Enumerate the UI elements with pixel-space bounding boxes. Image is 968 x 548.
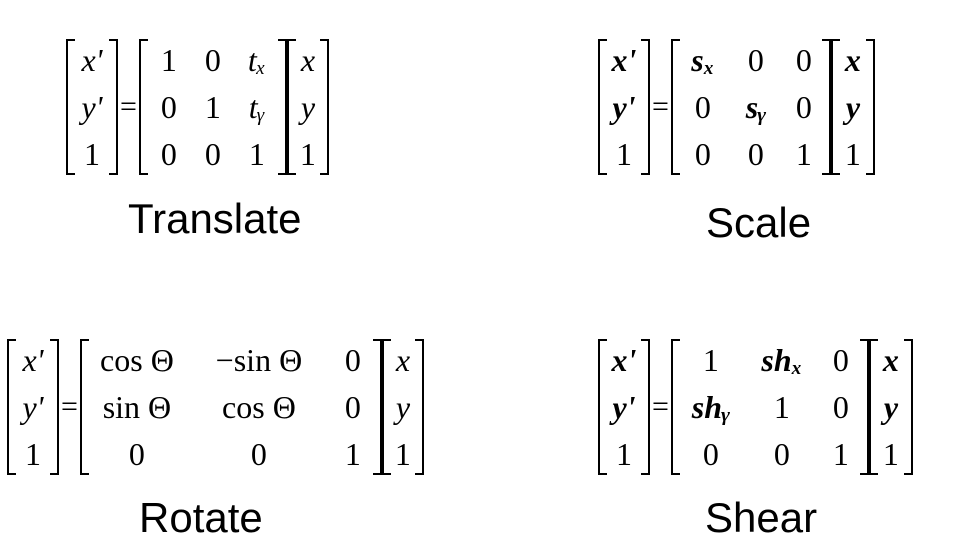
- matrix-cell: shᵧ: [691, 388, 731, 425]
- translate-matrix: 1 0 tₓ 0 1 tᵧ 0 0 1: [138, 37, 287, 177]
- shear-equation: x' y' 1 = 1 shₓ 0 shᵧ 1 0 0 0 1 x y 1: [598, 337, 913, 477]
- matrix-cell: 0: [795, 42, 812, 79]
- matrix-cell: tₓ: [247, 42, 266, 79]
- lhs-cell: x': [611, 342, 637, 379]
- matrix-cell: 0: [832, 342, 849, 379]
- matrix-cell: 1: [344, 435, 361, 472]
- rhs-cell: x: [882, 342, 899, 379]
- matrix-cell: 0: [694, 88, 711, 125]
- rotate-equation: x' y' 1 = cos Θ −sin Θ 0 sin Θ cos Θ 0 0…: [7, 337, 424, 477]
- scale-panel: x' y' 1 = sₓ 0 0 0 sᵧ 0 0 0 1 x y 1 Scal…: [598, 37, 898, 247]
- matrix-cell: 1: [702, 342, 719, 379]
- matrix-cell: 0: [747, 42, 764, 79]
- equals-sign: =: [652, 390, 669, 423]
- translate-panel: x' y' 1 = 1 0 tₓ 0 1 tᵧ 0 0 1 x y 1 Tran…: [66, 37, 366, 247]
- matrix-cell: 0: [204, 135, 221, 172]
- translate-lhs-vector: x' y' 1: [66, 37, 118, 177]
- matrix-cell: 1: [160, 42, 177, 79]
- matrix-cell: sᵧ: [745, 88, 767, 125]
- lhs-cell: y': [81, 88, 103, 125]
- lhs-cell: x': [611, 42, 637, 79]
- rotate-rhs-vector: x y 1: [381, 337, 424, 477]
- translate-title: Translate: [128, 195, 302, 242]
- equals-sign: =: [61, 390, 78, 423]
- rotate-panel: x' y' 1 = cos Θ −sin Θ 0 sin Θ cos Θ 0 0…: [7, 337, 437, 547]
- equals-sign: =: [120, 90, 137, 123]
- rotate-matrix: cos Θ −sin Θ 0 sin Θ cos Θ 0 0 0 1: [79, 337, 382, 477]
- matrix-cell: shₓ: [761, 342, 803, 379]
- matrix-cell: 1: [773, 388, 790, 425]
- rhs-cell: y: [300, 88, 316, 125]
- shear-panel: x' y' 1 = 1 shₓ 0 shᵧ 1 0 0 0 1 x y 1 Sh…: [598, 337, 938, 547]
- matrix-cell: cos Θ: [100, 342, 174, 379]
- lhs-cell: y': [612, 388, 636, 425]
- lhs-cell: 1: [25, 435, 41, 472]
- matrix-cell: 1: [795, 135, 812, 172]
- shear-lhs-vector: x' y' 1: [598, 337, 650, 477]
- equals-sign: =: [652, 90, 669, 123]
- rhs-cell: 1: [844, 135, 861, 172]
- lhs-cell: y': [612, 88, 636, 125]
- matrix-cell: 1: [248, 135, 265, 172]
- matrix-cell: 0: [795, 88, 812, 125]
- rhs-cell: x: [395, 342, 411, 379]
- scale-equation: x' y' 1 = sₓ 0 0 0 sᵧ 0 0 0 1 x y 1: [598, 37, 875, 177]
- matrix-cell: 0: [832, 388, 849, 425]
- rhs-cell: y: [395, 388, 411, 425]
- shear-title: Shear: [705, 494, 818, 541]
- matrix-cell: 0: [344, 388, 361, 425]
- matrix-cell: sin Θ: [102, 388, 172, 425]
- rhs-cell: y: [845, 88, 861, 125]
- scale-lhs-vector: x' y' 1: [598, 37, 650, 177]
- rotate-title: Rotate: [139, 494, 263, 541]
- translate-equation: x' y' 1 = 1 0 tₓ 0 1 tᵧ 0 0 1 x y 1: [66, 37, 329, 177]
- shear-rhs-vector: x y 1: [868, 337, 913, 477]
- rhs-cell: x: [300, 42, 316, 79]
- shear-matrix: 1 shₓ 0 shᵧ 1 0 0 0 1: [670, 337, 869, 477]
- scale-rhs-vector: x y 1: [830, 37, 875, 177]
- matrix-cell: cos Θ: [222, 388, 296, 425]
- lhs-cell: 1: [616, 135, 632, 172]
- matrix-cell: 0: [128, 435, 145, 472]
- rhs-cell: 1: [882, 435, 899, 472]
- scale-title: Scale: [706, 199, 812, 246]
- rhs-cell: 1: [299, 135, 316, 172]
- lhs-cell: x': [22, 342, 44, 379]
- matrix-cell: 1: [204, 88, 221, 125]
- lhs-cell: y': [22, 388, 44, 425]
- rhs-cell: 1: [394, 435, 411, 472]
- matrix-cell: sₓ: [691, 42, 715, 79]
- matrix-cell: 0: [204, 42, 221, 79]
- rhs-cell: x: [844, 42, 861, 79]
- lhs-cell: 1: [84, 135, 100, 172]
- rhs-cell: y: [883, 388, 899, 425]
- matrix-cell: 0: [773, 435, 790, 472]
- matrix-cell: 0: [747, 135, 764, 172]
- matrix-cell: tᵧ: [248, 88, 266, 125]
- matrix-cell: 1: [832, 435, 849, 472]
- lhs-cell: x': [81, 42, 103, 79]
- matrix-cell: 0: [344, 342, 361, 379]
- matrix-cell: 0: [250, 435, 267, 472]
- lhs-cell: 1: [616, 435, 632, 472]
- matrix-cell: 0: [160, 88, 177, 125]
- rotate-lhs-vector: x' y' 1: [7, 337, 59, 477]
- matrix-cell: −sin Θ: [215, 342, 303, 379]
- scale-matrix: sₓ 0 0 0 sᵧ 0 0 0 1: [670, 37, 831, 177]
- matrix-cell: 0: [160, 135, 177, 172]
- matrix-cell: 0: [702, 435, 719, 472]
- translate-rhs-vector: x y 1: [286, 37, 329, 177]
- matrix-cell: 0: [694, 135, 711, 172]
